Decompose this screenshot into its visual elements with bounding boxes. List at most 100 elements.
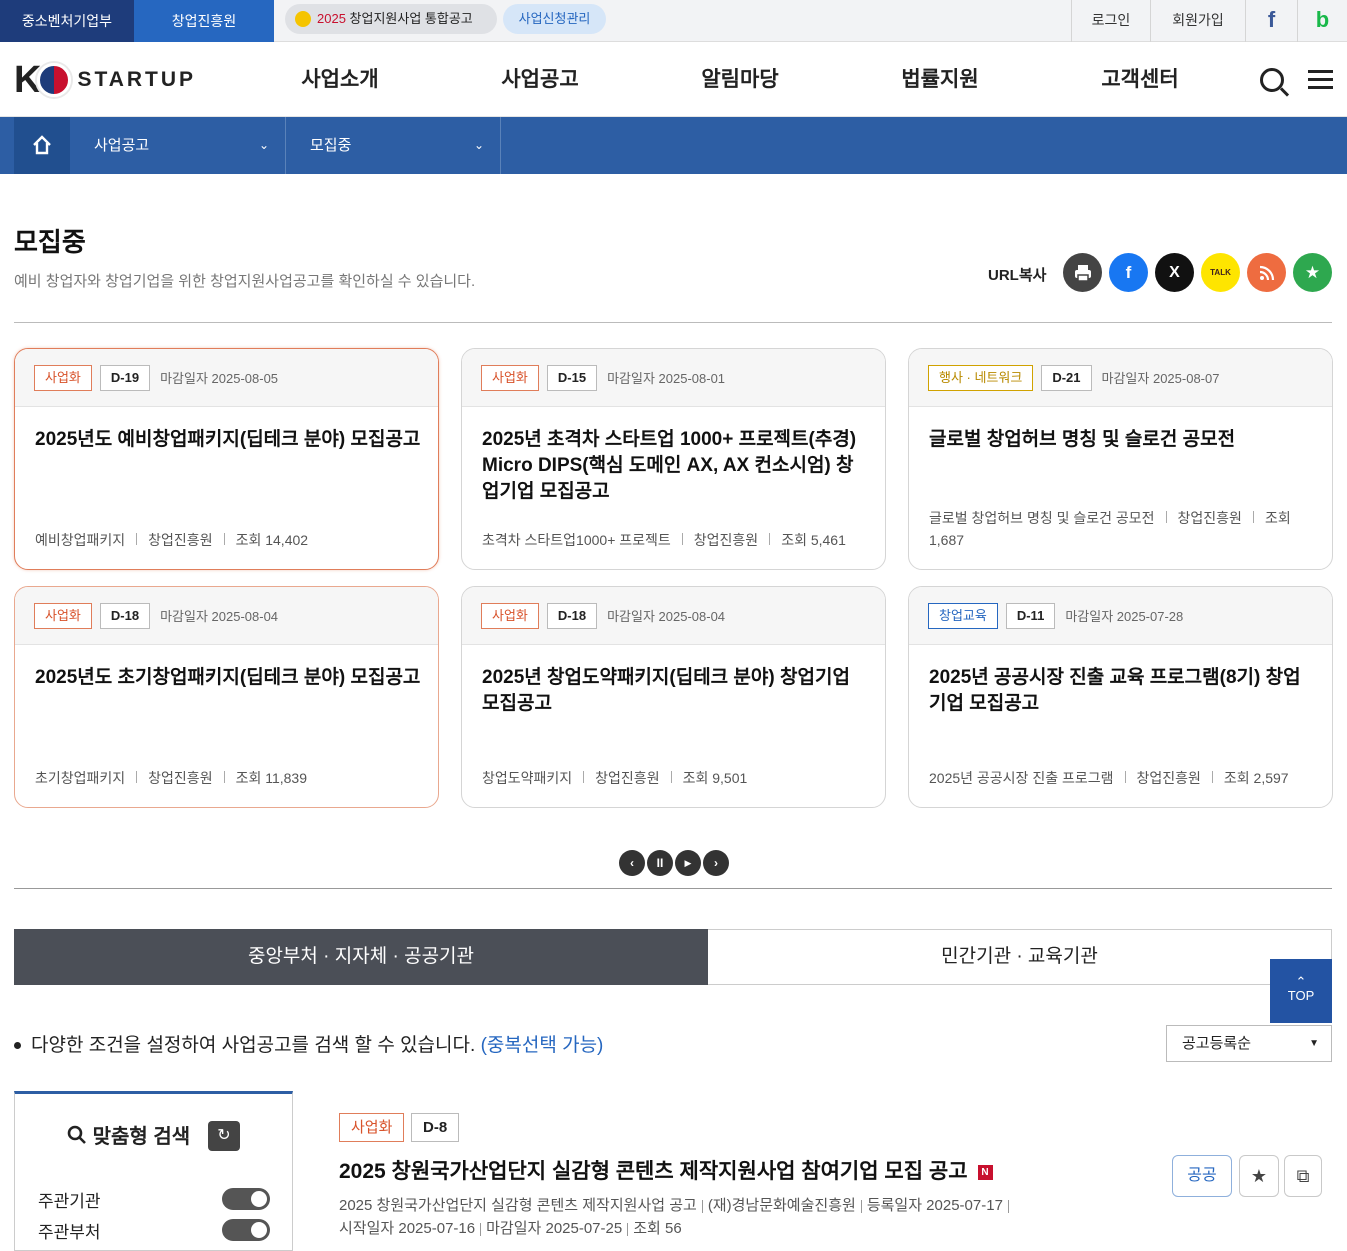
card-deadline: 마감일자 2025-07-28	[1065, 609, 1184, 624]
tab-public-agencies[interactable]: 중앙부처 · 지자체 · 공공기관	[14, 929, 708, 985]
divider	[14, 322, 1332, 323]
filter-info-note: (중복선택 가능)	[480, 1035, 604, 1056]
reset-icon[interactable]: ↻	[208, 1121, 240, 1151]
host-agency-toggle[interactable]	[222, 1188, 270, 1210]
card-header: 사업화 D-18 마감일자 2025-08-04	[462, 587, 885, 645]
card-meta-agency: 창업진흥원	[595, 770, 660, 786]
top-label: TOP	[1287, 988, 1315, 1003]
meta-text: 마감일자 2025-07-25	[486, 1220, 623, 1237]
favorite-star-icon[interactable]: ★	[1293, 253, 1332, 292]
home-icon[interactable]	[14, 117, 70, 174]
search-icon[interactable]	[1260, 68, 1284, 92]
location-bar: 사업공고 ⌄ 모집중 ⌄	[0, 117, 1347, 174]
card-meta-agency: 창업진흥원	[693, 532, 759, 548]
custom-search-title: 맞춤형 검색	[67, 1120, 190, 1149]
card-meta-program: 초격차 스타트업1000+ 프로젝트	[482, 532, 671, 548]
pause-button[interactable]: II	[647, 850, 673, 876]
page-title: 모집중	[14, 227, 86, 257]
facebook-icon[interactable]: f	[1245, 0, 1297, 42]
login-link[interactable]: 로그인	[1071, 0, 1150, 42]
chevron-down-icon: ⌄	[258, 138, 269, 152]
main-nav: 사업소개 사업공고 알림마당 법률지원 고객센터	[240, 42, 1240, 117]
logo-emblem-icon	[37, 63, 72, 97]
blog-icon[interactable]: b	[1297, 0, 1347, 42]
sort-select[interactable]: 공고등록순 ▼	[1166, 1025, 1332, 1062]
card-category-tag: 사업화	[481, 602, 539, 629]
card-meta-views: 조회 2,597	[1223, 770, 1289, 786]
list-item-title-text: 2025 창원국가산업단지 실감형 콘텐츠 제작지원사업 참여기업 모집 공고	[339, 1160, 968, 1183]
integrated-notice-link[interactable]: 2025 창업지원사업 통합공고	[285, 4, 497, 34]
card-title: 2025년 공공시장 진출 교육 프로그램(8기) 창업기업 모집공고	[929, 667, 1301, 714]
card-meta-program: 예비창업패키지	[35, 532, 126, 548]
announcement-card[interactable]: 사업화 D-18 마감일자 2025-08-04 2025년 창업도약패키지(딥테크 …	[461, 586, 886, 808]
favorite-star-icon[interactable]: ★	[1239, 1155, 1279, 1197]
card-meta-program: 창업도약패키지	[482, 770, 573, 786]
card-category-tag: 행사 · 네트워크	[928, 364, 1034, 391]
card-meta: 2025년 공공시장 진출 프로그램 창업진흥원 조회 2,597	[929, 767, 1312, 789]
nav-item-legal-support[interactable]: 법률지원	[840, 42, 1040, 117]
card-category-tag: 사업화	[481, 364, 539, 391]
x-share-icon[interactable]: X	[1155, 253, 1194, 292]
card-meta-views: 조회 14,402	[235, 532, 309, 548]
print-icon[interactable]	[1063, 253, 1102, 292]
list-item-title[interactable]: 2025 창원국가산업단지 실감형 콘텐츠 제작지원사업 참여기업 모집 공고 N	[339, 1155, 993, 1185]
card-deadline: 마감일자 2025-08-07	[1101, 371, 1220, 386]
play-button[interactable]: ▶	[675, 850, 701, 876]
public-badge-button[interactable]: 공공	[1172, 1155, 1232, 1197]
dropdown-arrow-icon: ▼	[1309, 1038, 1319, 1049]
nav-item-business-intro[interactable]: 사업소개	[240, 42, 440, 117]
hamburger-menu-icon[interactable]	[1308, 70, 1333, 90]
apply-management-link[interactable]: 사업신청관리	[503, 4, 606, 34]
url-copy-button[interactable]: URL복사	[988, 264, 1046, 285]
meta-text: 시작일자 2025-07-16	[339, 1220, 476, 1237]
new-badge: N	[977, 1164, 993, 1180]
tab-private-agencies[interactable]: 민간기관 · 교육기관	[708, 929, 1332, 985]
card-title: 2025년 초격차 스타트업 1000+ 프로젝트(추경) Micro DIPS…	[482, 429, 857, 502]
integrated-label: 창업지원사업 통합공고	[349, 11, 473, 26]
ministry-toggle[interactable]	[222, 1219, 270, 1241]
announcement-card[interactable]: 창업교육 D-11 마감일자 2025-07-28 2025년 공공시장 진출 교육 …	[908, 586, 1333, 808]
next-button[interactable]: ›	[703, 850, 729, 876]
nav-item-announcements[interactable]: 사업공고	[440, 42, 640, 117]
ministry-link[interactable]: 중소벤처기업부	[0, 0, 134, 42]
card-dday: D-21	[1041, 364, 1092, 391]
nav-item-customer-center[interactable]: 고객센터	[1040, 42, 1240, 117]
card-meta-program: 글로벌 창업허브 명칭 및 슬로건 공모전	[929, 510, 1155, 526]
card-category-tag: 사업화	[34, 602, 92, 629]
card-dday: D-19	[99, 364, 151, 391]
filter-row-label: 주관부처	[38, 1223, 101, 1242]
rss-icon[interactable]	[1247, 253, 1286, 292]
scroll-top-button[interactable]: ⌃ TOP	[1270, 959, 1332, 1023]
meta-text: 조회 56	[633, 1220, 682, 1237]
card-dday: D-15	[546, 364, 598, 391]
copy-icon[interactable]: ⧉	[1284, 1155, 1322, 1197]
announcement-card[interactable]: 사업화 D-18 마감일자 2025-08-04 2025년도 초기창업패키지(딥테크…	[14, 586, 439, 808]
site-header: K STARTUP 사업소개 사업공고 알림마당 법률지원 고객센터	[0, 42, 1347, 117]
card-title: 2025년도 예비창업패키지(딥테크 분야) 모집공고	[35, 429, 421, 450]
meta-text: 2025 창원국가산업단지 실감형 콘텐츠 제작지원사업 공고	[339, 1197, 697, 1214]
card-meta: 예비창업패키지 창업진흥원 조회 14,402	[35, 529, 418, 551]
card-meta-agency: 창업진흥원	[148, 532, 213, 548]
card-header: 창업교육 D-11 마감일자 2025-07-28	[909, 587, 1332, 645]
filter-info-text: 다양한 조건을 설정하여 사업공고를 검색 할 수 있습니다.	[31, 1035, 476, 1056]
prev-button[interactable]: ‹	[619, 850, 645, 876]
card-header: 사업화 D-18 마감일자 2025-08-04	[15, 587, 438, 645]
breadcrumb-dropdown-category[interactable]: 사업공고 ⌄	[70, 117, 286, 174]
lightbulb-icon	[295, 11, 311, 27]
kstartup-logo[interactable]: K STARTUP	[14, 58, 196, 102]
card-meta-program: 2025년 공공시장 진출 프로그램	[929, 770, 1114, 786]
nav-item-notices[interactable]: 알림마당	[640, 42, 840, 117]
announcement-card[interactable]: 사업화 D-19 마감일자 2025-08-05 2025년도 예비창업패키지(딥테크…	[14, 348, 439, 570]
meta-text: 등록일자 2025-07-17	[866, 1197, 1003, 1214]
join-link[interactable]: 회원가입	[1150, 0, 1245, 42]
kakao-share-icon[interactable]: TALK	[1201, 253, 1240, 292]
slider-controls: ‹ II ▶ ›	[619, 850, 729, 876]
announcement-card[interactable]: 사업화 D-15 마감일자 2025-08-01 2025년 초격차 스타트업 100…	[461, 348, 886, 570]
bullet-icon	[14, 1042, 21, 1050]
custom-search-label: 맞춤형 검색	[92, 1126, 191, 1148]
agency-link[interactable]: 창업진흥원	[134, 0, 274, 42]
announcement-card[interactable]: 행사 · 네트워크 D-21 마감일자 2025-08-07 글로벌 창업허브 명칭 …	[908, 348, 1333, 570]
facebook-share-icon[interactable]: f	[1109, 253, 1148, 292]
breadcrumb-dropdown-status[interactable]: 모집중 ⌄	[286, 117, 501, 174]
search-icon	[67, 1125, 86, 1144]
